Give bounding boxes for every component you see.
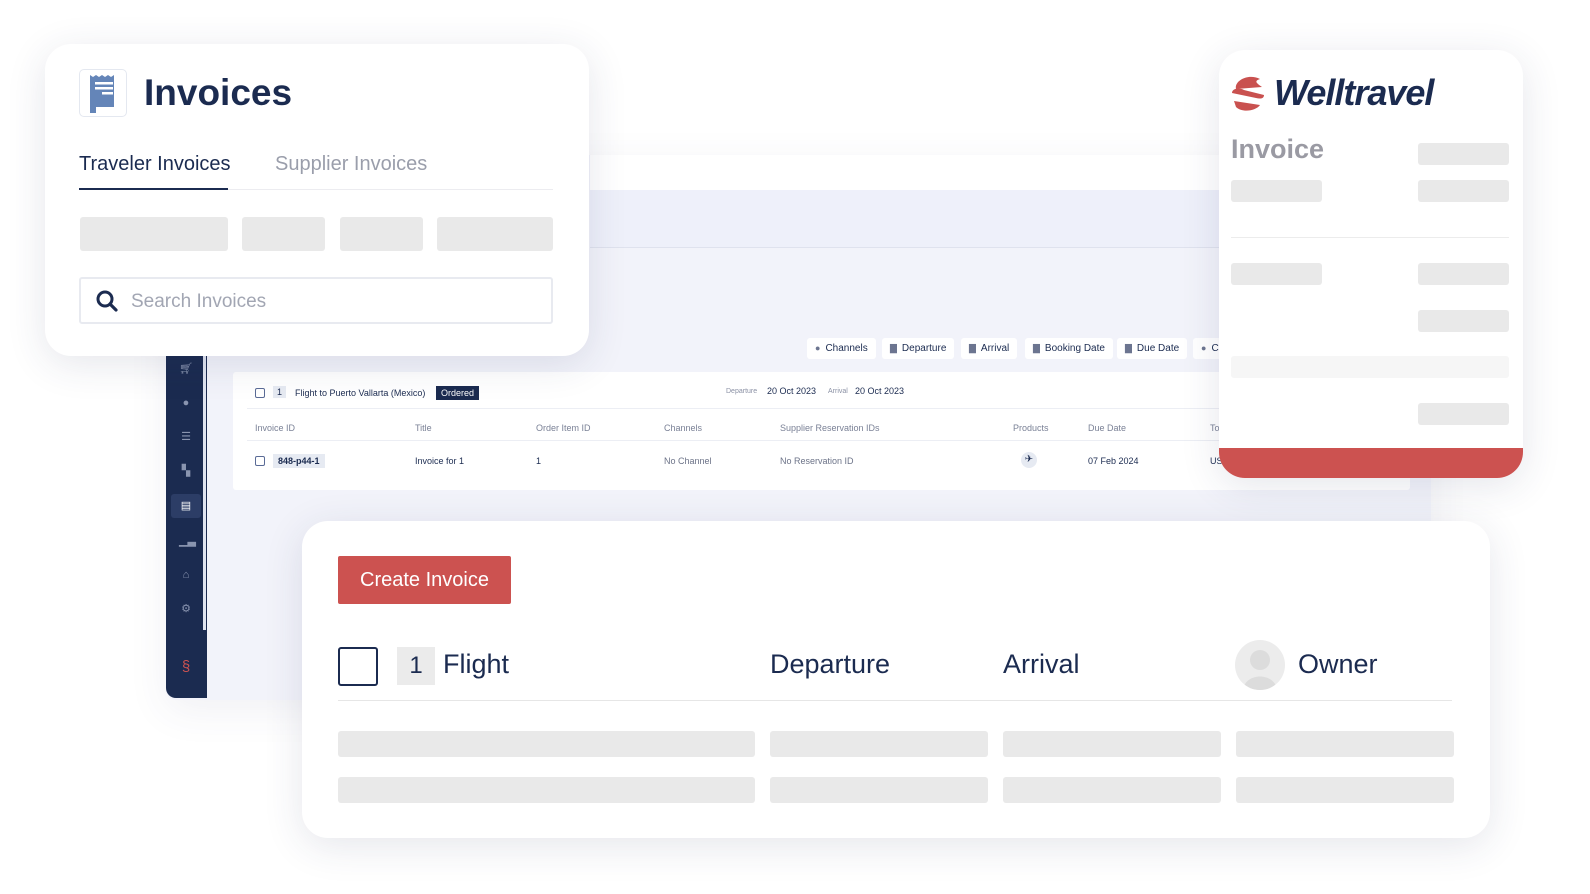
channels-value: No Channel	[664, 456, 712, 466]
skeleton-placeholder	[1003, 777, 1221, 803]
divider	[1231, 237, 1509, 238]
item-type: Flight	[443, 649, 510, 679]
filter-channels[interactable]: ● Channels	[807, 338, 876, 359]
gear-icon[interactable]: ⚙	[179, 602, 193, 616]
app-header-band	[590, 190, 1230, 248]
order-title[interactable]: Flight to Puerto Vallarta (Mexico)	[295, 388, 425, 398]
user-icon: ●	[1201, 343, 1207, 353]
invoice-icon	[79, 69, 127, 117]
order-item-id: 1	[536, 456, 542, 466]
skeleton-placeholder	[1236, 731, 1454, 757]
chart-icon[interactable]: ▁▃	[179, 534, 196, 548]
select-checkbox[interactable]	[338, 647, 378, 686]
welltravel-invoice-preview: Welltravel Invoice	[1219, 50, 1523, 478]
welltravel-logo-icon	[1232, 76, 1264, 111]
arrival-header: Arrival	[1003, 649, 1080, 679]
search-placeholder: Search Invoices	[131, 291, 267, 312]
skeleton-placeholder	[1003, 731, 1221, 757]
page-title: Invoices	[144, 72, 293, 113]
skeleton-placeholder	[242, 217, 325, 251]
owner-header: Owner	[1298, 649, 1378, 679]
column-header: Title	[415, 423, 432, 433]
filter-due-date[interactable]: ▇ Due Date	[1117, 338, 1188, 359]
sidebar-scrollbar[interactable]	[203, 350, 206, 630]
reservation-value: No Reservation ID	[780, 456, 854, 466]
user-icon: ●	[815, 343, 821, 353]
calendar-icon: ▇	[1033, 343, 1040, 353]
due-date: 07 Feb 2024	[1088, 456, 1139, 466]
skeleton-placeholder	[1418, 143, 1509, 165]
filter-booking-date[interactable]: ▇ Booking Date	[1025, 338, 1113, 359]
skeleton-placeholder	[1231, 356, 1509, 378]
skeleton-placeholder	[437, 217, 553, 251]
item-number: 1	[397, 647, 435, 685]
active-tab-indicator	[79, 188, 228, 190]
create-invoice-button[interactable]: Create Invoice	[338, 556, 511, 604]
arrival-date: 20 Oct 2023	[855, 386, 905, 396]
list-icon[interactable]: ☰	[179, 430, 193, 444]
column-header: Order Item ID	[536, 423, 591, 433]
skeleton-placeholder	[1231, 263, 1322, 285]
column-header: Invoice ID	[255, 423, 296, 433]
tab-traveler-invoices[interactable]: Traveler Invoices	[79, 153, 231, 176]
invoice-id[interactable]: 848-p44-1	[273, 454, 325, 468]
plane-icon: ✈	[1021, 452, 1037, 468]
welltravel-logo-text: Welltravel	[1274, 72, 1434, 113]
arrival-label: Arrival	[828, 388, 848, 395]
search-input[interactable]: Search Invoices	[79, 277, 553, 324]
invoice-icon[interactable]: ▤	[171, 494, 201, 518]
shield-clock-icon[interactable]: ●	[179, 396, 193, 410]
invoices-card: Invoices Traveler Invoices Supplier Invo…	[45, 44, 589, 356]
column-header: Due Date	[1088, 423, 1127, 433]
filter-arrival[interactable]: ▇ Arrival	[961, 338, 1018, 359]
column-header: Channels	[664, 423, 703, 433]
footer-accent-bar	[1219, 448, 1523, 478]
row-checkbox[interactable]	[255, 456, 265, 466]
avatar	[1235, 640, 1285, 690]
skeleton-placeholder	[338, 731, 755, 757]
calendar-icon: ▇	[1125, 343, 1132, 353]
cart-icon[interactable]: 🛒︎	[179, 362, 193, 376]
bank-icon[interactable]: ⌂	[179, 568, 193, 582]
documents-icon[interactable]: ▚	[179, 464, 193, 478]
order-checkbox[interactable]	[255, 388, 265, 398]
tab-supplier-invoices[interactable]: Supplier Invoices	[275, 153, 427, 176]
status-badge: Ordered	[436, 386, 480, 400]
create-invoice-card: Create Invoice 1 Flight Departure Arriva…	[302, 521, 1490, 838]
column-header: Supplier Reservation IDs	[780, 423, 880, 433]
skeleton-placeholder	[1418, 263, 1509, 285]
skeleton-placeholder	[1418, 403, 1509, 425]
welltravel-logo-icon: §	[181, 658, 191, 675]
departure-label: Departure	[726, 388, 758, 395]
invoice-title: Invoice for 1	[415, 456, 465, 466]
search-icon	[96, 290, 118, 312]
calendar-icon: ▇	[890, 343, 897, 353]
invoice-heading: Invoice	[1231, 134, 1325, 164]
filter-departure[interactable]: ▇ Departure	[882, 338, 955, 359]
calendar-icon: ▇	[969, 343, 976, 353]
skeleton-placeholder	[1231, 180, 1322, 202]
sidebar: 🛒︎ ● ☰ ▚ ▤ ▁▃ ⌂ ⚙ §	[166, 340, 207, 698]
divider	[338, 700, 1452, 701]
skeleton-placeholder	[1418, 310, 1509, 332]
skeleton-placeholder	[340, 217, 423, 251]
app-topbar	[590, 155, 1230, 190]
skeleton-placeholder	[770, 777, 988, 803]
skeleton-placeholder	[338, 777, 755, 803]
order-number: 1	[273, 386, 287, 398]
departure-header: Departure	[770, 649, 891, 679]
column-header: Products	[1013, 423, 1049, 433]
skeleton-placeholder	[770, 731, 988, 757]
skeleton-placeholder	[1236, 777, 1454, 803]
departure-date: 20 Oct 2023	[767, 386, 817, 396]
skeleton-placeholder	[1418, 180, 1509, 202]
skeleton-placeholder	[80, 217, 228, 251]
